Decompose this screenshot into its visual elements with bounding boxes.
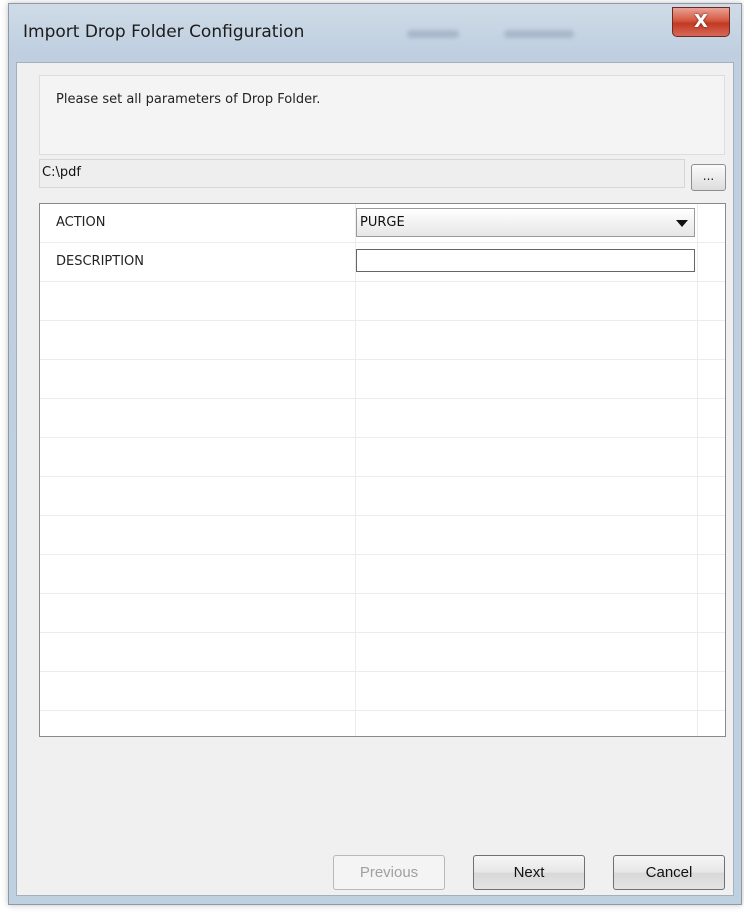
action-dropdown[interactable]: PURGE bbox=[356, 208, 695, 237]
table-row-description: DESCRIPTION bbox=[40, 243, 725, 282]
info-panel: Please set all parameters of Drop Folder… bbox=[39, 75, 725, 155]
table-row-empty bbox=[40, 633, 725, 672]
browse-button[interactable]: ... bbox=[691, 164, 726, 191]
info-message: Please set all parameters of Drop Folder… bbox=[56, 92, 321, 107]
table-row-empty bbox=[40, 711, 725, 736]
action-label: ACTION bbox=[56, 215, 106, 230]
cancel-button[interactable]: Cancel bbox=[613, 855, 725, 890]
dialog-window: Import Drop Folder Configuration X Pleas… bbox=[8, 3, 742, 905]
table-row-empty bbox=[40, 555, 725, 594]
table-row-empty bbox=[40, 438, 725, 477]
table-row-empty bbox=[40, 477, 725, 516]
description-input[interactable] bbox=[356, 249, 695, 272]
table-row-empty bbox=[40, 360, 725, 399]
next-button[interactable]: Next bbox=[473, 855, 585, 890]
table-row-empty bbox=[40, 399, 725, 438]
table-row-empty bbox=[40, 282, 725, 321]
previous-button[interactable]: Previous bbox=[333, 855, 445, 890]
window-title: Import Drop Folder Configuration bbox=[23, 22, 305, 42]
folder-path-field[interactable]: C:\pdf bbox=[39, 159, 685, 188]
action-selected-value: PURGE bbox=[360, 215, 405, 230]
close-icon: X bbox=[694, 11, 708, 32]
table-row-empty bbox=[40, 594, 725, 633]
table-row-empty bbox=[40, 672, 725, 711]
title-bar[interactable]: Import Drop Folder Configuration X bbox=[9, 4, 741, 62]
table-row-empty bbox=[40, 516, 725, 555]
chevron-down-icon[interactable] bbox=[676, 220, 688, 227]
parameter-grid: ACTION PURGE DESCRIPTION bbox=[39, 203, 726, 737]
close-button[interactable]: X bbox=[672, 7, 730, 37]
dialog-content: Please set all parameters of Drop Folder… bbox=[16, 62, 734, 896]
table-row-empty bbox=[40, 321, 725, 360]
table-row-action: ACTION PURGE bbox=[40, 204, 725, 243]
blurred-user-value bbox=[504, 30, 574, 38]
description-label: DESCRIPTION bbox=[56, 254, 144, 269]
blurred-user-label bbox=[407, 30, 459, 38]
